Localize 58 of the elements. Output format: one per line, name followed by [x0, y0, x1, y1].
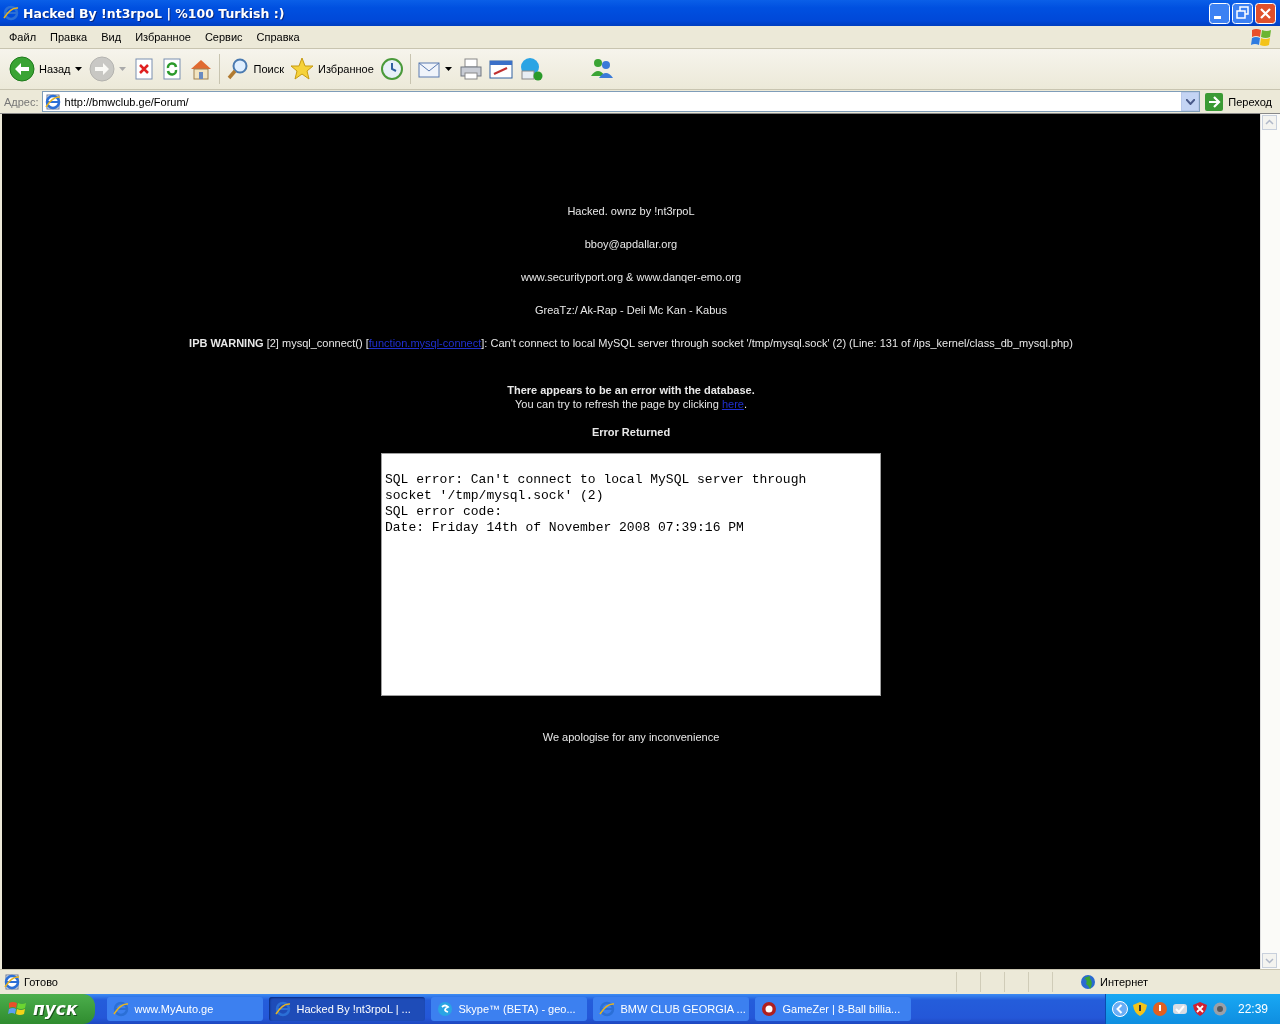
windows-logo [1250, 26, 1274, 48]
browser-icon [599, 1001, 616, 1017]
star-icon [290, 57, 314, 81]
taskbar-button[interactable]: BMW CLUB GEORGIA ... [593, 997, 750, 1021]
stop-icon [132, 58, 155, 80]
page-icon [44, 93, 61, 110]
printer-icon [458, 57, 483, 81]
minimize-button[interactable] [1209, 2, 1230, 24]
menu-item[interactable]: Сервис [197, 29, 250, 45]
status-text: Готово [24, 976, 58, 988]
address-field[interactable]: http://bmwclub.ge/Forum/ [41, 91, 1201, 112]
restore-button[interactable] [1232, 2, 1253, 24]
search-button[interactable]: Поиск [222, 52, 287, 86]
page-text: bboy@apdallar.org [584, 237, 678, 251]
error-returned-heading: Error Returned [591, 425, 671, 439]
taskbar-button[interactable]: Skype™ (BETA) - geo... [431, 997, 588, 1021]
menu-item[interactable]: Правка [43, 29, 95, 45]
search-icon [225, 57, 250, 81]
error-heading: There appears to be an error with the database. [507, 383, 755, 397]
caret-icon [1185, 98, 1195, 105]
caret-icon[interactable] [444, 67, 452, 71]
taskbar-button[interactable]: GameZer | 8-Ball billia... [755, 997, 912, 1021]
warning-text: IPB WARNING [2] mysql_connect() [function.mysql-connect]: Can't connect to local MySQL server through socket '/tmp/mysql.sock' (2) (Line: 131 of /ips_kernel/class_db_mysql.php) [189, 336, 1073, 350]
menu-item[interactable]: Файл [2, 29, 44, 45]
dropdown-button[interactable] [1181, 92, 1200, 111]
page-text: Hacked. ownz by !nt3rpoL [567, 204, 695, 218]
security-shield-icon[interactable] [1191, 1001, 1208, 1017]
refresh-text: You can try to refresh the page by clicking here. [515, 397, 747, 411]
page-text: www.securityport.org & www.danqer-emo.org [520, 270, 742, 284]
browser-icon [275, 1001, 292, 1017]
address-label: Адрес: [4, 95, 39, 108]
taskbar-button[interactable]: www.MyAuto.ge [107, 997, 264, 1021]
globe-icon [1080, 974, 1096, 990]
caret-icon[interactable] [74, 67, 82, 71]
history-icon [379, 57, 404, 81]
close-button[interactable] [1255, 2, 1276, 24]
shield-icon[interactable] [1131, 1001, 1148, 1017]
menu-item[interactable]: Справка [249, 29, 307, 45]
zone-text: Интернет [1100, 976, 1149, 988]
taskbar-button[interactable]: Hacked By !nt3rpoL | ... [269, 997, 426, 1021]
warning-icon[interactable] [1151, 1001, 1168, 1017]
back-button[interactable]: Назад [6, 52, 74, 86]
page-text: GreaTz:/ Ak-Rap - Deli Mc Kan - Kabus [535, 303, 727, 317]
edit-window-icon [488, 57, 513, 81]
menu-item[interactable]: Вид [94, 29, 129, 45]
favorites-button[interactable]: Избранное [287, 52, 377, 86]
page-icon [4, 974, 20, 990]
menu-item[interactable]: Избранное [128, 29, 198, 45]
clock: 22:39 [1237, 1002, 1268, 1016]
browser-icon [3, 5, 19, 21]
go-button[interactable]: Переход [1203, 92, 1278, 111]
window-title: Hacked By !nt3rpoL | %100 Turkish :) [23, 5, 286, 21]
windows-logo [8, 1000, 28, 1018]
apology-text: We apologise for any inconvenience [542, 730, 720, 744]
browser-icon [113, 1001, 130, 1017]
go-arrow-icon [1205, 92, 1224, 111]
error-textarea[interactable]: SQL error: Can't connect to local MySQL server through socket '/tmp/mysql.sock' (2) SQL error code: Date: Friday 14th of November 2008 07:39:16 PM [381, 453, 881, 696]
refresh-icon [160, 58, 183, 80]
